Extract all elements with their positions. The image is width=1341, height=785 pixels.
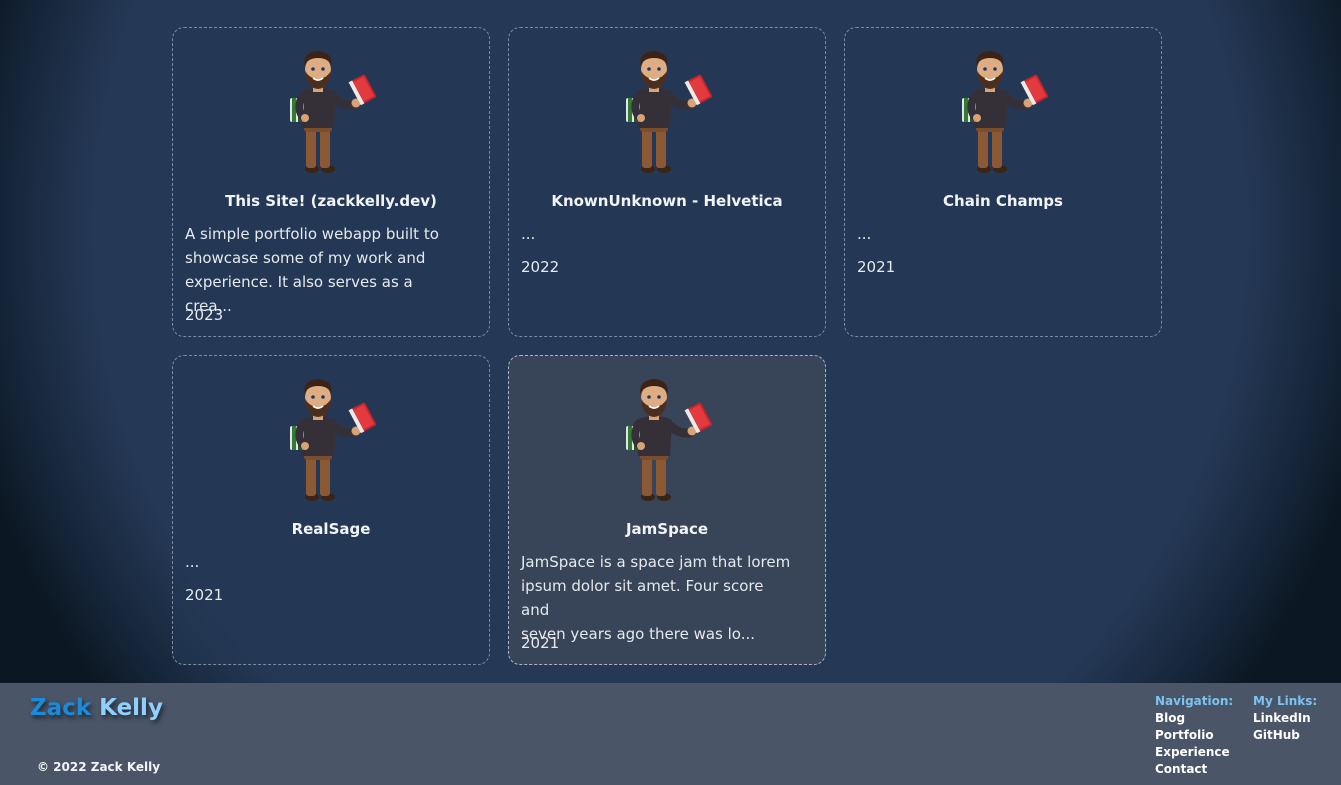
project-year: 2022 — [521, 258, 560, 276]
nav-link-blog[interactable]: Blog — [1155, 710, 1233, 727]
project-card[interactable]: RealSage ... 2021 — [172, 355, 490, 665]
project-card[interactable]: KnownUnknown - Helvetica ... 2022 — [508, 27, 826, 337]
project-year: 2021 — [521, 634, 560, 652]
project-description: A simple portfolio webapp built to showc… — [185, 225, 439, 315]
site-footer: Zack Kelly © 2022 Zack Kelly Navigation:… — [0, 683, 1341, 785]
avatar-icon — [622, 48, 714, 176]
project-card[interactable]: JamSpace JamSpace is a space jam that lo… — [508, 355, 826, 665]
my-links-heading: My Links: — [1253, 694, 1318, 708]
portfolio-main: This Site! (zackkelly.dev) A simple port… — [0, 0, 1341, 683]
brand-last-name: Kelly — [99, 695, 163, 721]
project-description: ... — [521, 225, 536, 243]
project-year: 2021 — [857, 258, 896, 276]
nav-link-portfolio[interactable]: Portfolio — [1155, 727, 1233, 744]
linkedin-link[interactable]: LinkedIn — [1253, 710, 1317, 727]
project-description: JamSpace is a space jam that lorem ipsum… — [521, 553, 791, 643]
project-card[interactable]: Chain Champs ... 2021 — [844, 27, 1162, 337]
nav-link-contact[interactable]: Contact — [1155, 761, 1233, 778]
copyright-text: © 2022 Zack Kelly — [37, 760, 161, 774]
project-title: JamSpace — [625, 520, 709, 538]
project-title: Chain Champs — [943, 192, 1063, 210]
project-card[interactable]: This Site! (zackkelly.dev) A simple port… — [172, 27, 490, 337]
avatar-icon — [622, 376, 714, 504]
navigation-heading: Navigation: — [1155, 694, 1234, 708]
avatar-icon — [958, 48, 1050, 176]
avatar-icon — [286, 48, 378, 176]
project-title: RealSage — [291, 520, 371, 538]
project-title: This Site! (zackkelly.dev) — [225, 192, 437, 210]
project-title: KnownUnknown - Helvetica — [551, 192, 783, 210]
nav-link-experience[interactable]: Experience — [1155, 744, 1233, 761]
project-description: ... — [857, 225, 872, 243]
footer-navigation: Navigation: Blog Portfolio Experience Co… — [1155, 693, 1233, 778]
footer-my-links: My Links: LinkedIn GitHub — [1253, 693, 1317, 744]
github-link[interactable]: GitHub — [1253, 727, 1317, 744]
brand-first-name: Zack — [30, 695, 92, 721]
avatar-icon — [286, 376, 378, 504]
project-year: 2023 — [185, 306, 224, 324]
project-description: ... — [185, 553, 200, 571]
project-year: 2021 — [185, 586, 224, 604]
site-brand-logo[interactable]: Zack Kelly — [30, 695, 163, 721]
